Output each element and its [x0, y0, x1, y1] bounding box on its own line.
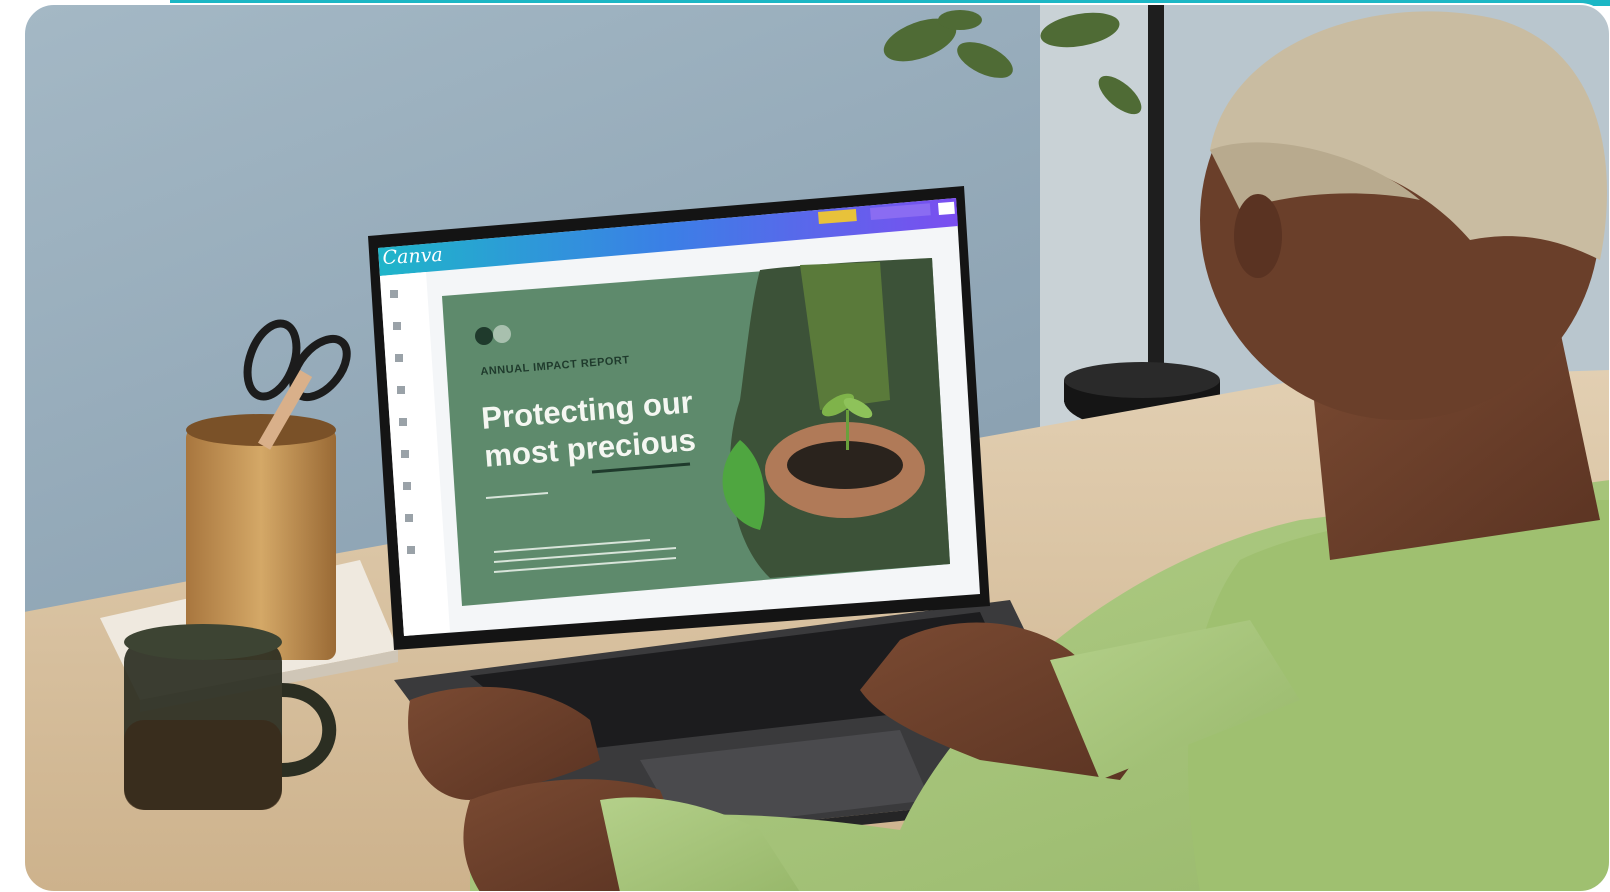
photo-scene	[0, 0, 1610, 892]
canva-logo-text: Canva	[382, 243, 444, 269]
